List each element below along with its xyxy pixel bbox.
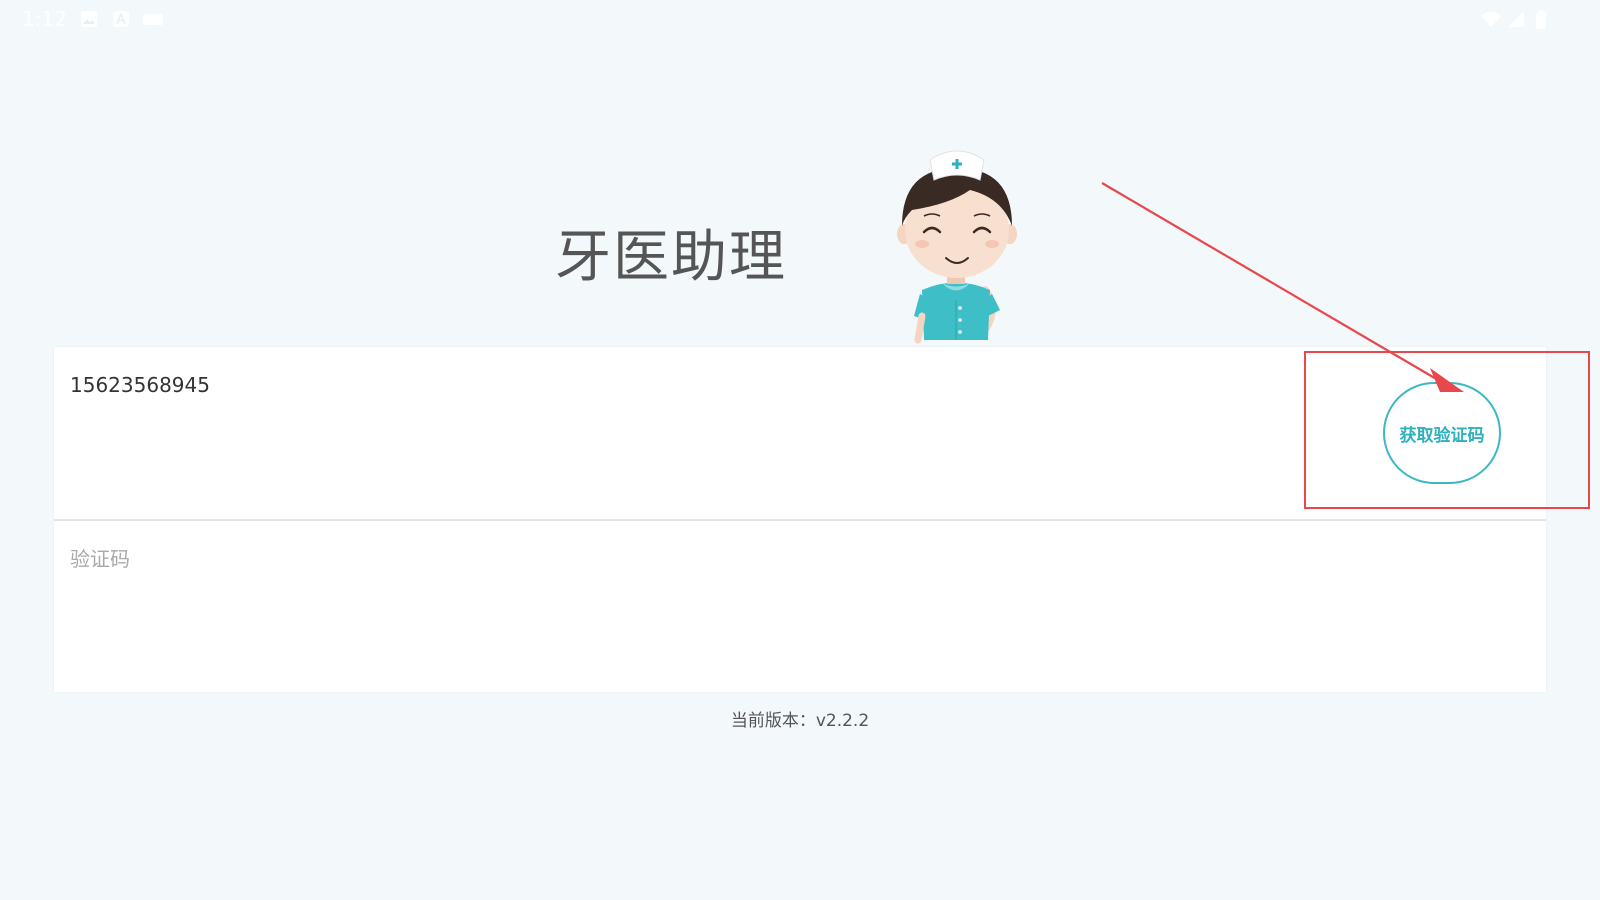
verification-code-input[interactable] (70, 539, 1270, 579)
keyboard-icon (143, 14, 163, 25)
nurse-mascot-icon (897, 150, 1017, 344)
status-bar: 1:12 (0, 0, 1600, 40)
get-code-button[interactable]: 获取验证码 (1383, 382, 1501, 484)
phone-input[interactable] (70, 365, 1270, 405)
version-label: 当前版本：v2.2.2 (730, 711, 870, 731)
wifi-icon (1481, 11, 1501, 27)
a-icon (113, 11, 129, 27)
signal-icon (1508, 11, 1524, 27)
code-field-card (54, 521, 1546, 692)
image-icon (81, 11, 97, 27)
status-time: 1:12 (22, 7, 67, 31)
battery-icon (1536, 10, 1546, 29)
app-title: 牙医助理 (555, 225, 787, 290)
phone-field-card (54, 347, 1546, 521)
